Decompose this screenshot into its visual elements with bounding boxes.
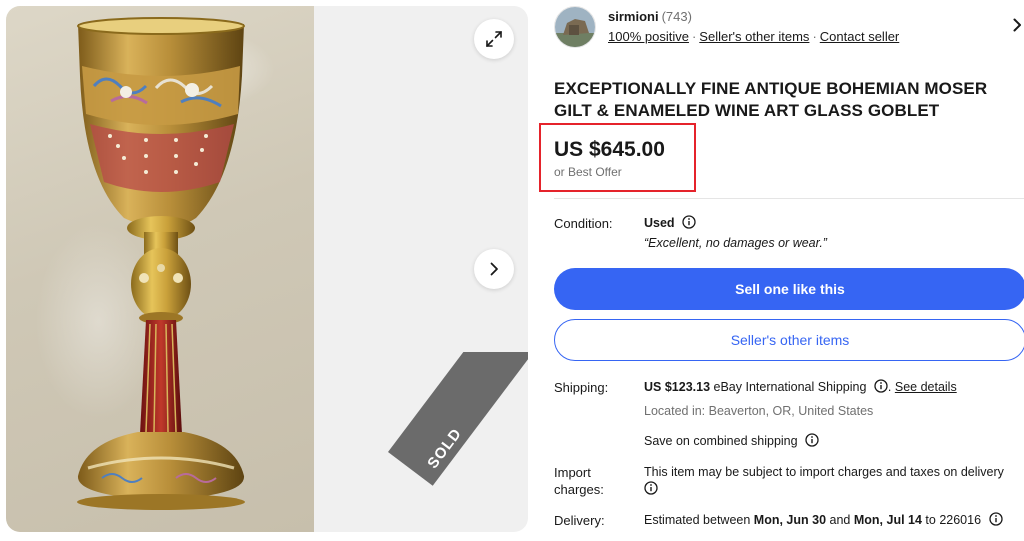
info-icon[interactable]	[682, 215, 696, 229]
item-location: Located in: Beaverton, OR, United States	[644, 404, 874, 418]
sold-band	[388, 352, 528, 486]
chevron-right-icon	[490, 262, 498, 276]
import-label-line-2: charges:	[554, 482, 604, 497]
delivery-destination: to 226016	[925, 513, 982, 527]
title-line-2: GILT & ENAMELED WINE ART GLASS GOBLET	[554, 101, 940, 120]
seller-info: sirmioni (743) 100% positive · Seller's oth…	[554, 6, 1024, 48]
import-info-row	[644, 481, 658, 498]
best-offer-note: or Best Offer	[554, 165, 622, 179]
shipping-amount: US $123.13	[644, 380, 711, 394]
expand-image-button[interactable]	[474, 19, 514, 59]
price: US $645.00	[554, 138, 665, 161]
seller-avatar[interactable]	[554, 6, 596, 48]
positive-feedback-link[interactable]: 100% positive	[608, 29, 689, 44]
combined-shipping-text: Save on combined shipping	[644, 434, 798, 448]
divider	[554, 198, 1024, 199]
condition-label: Condition:	[554, 216, 613, 231]
seller-other-items-link[interactable]: Seller's other items	[699, 29, 809, 44]
condition-value-row: Used	[644, 215, 696, 232]
info-icon[interactable]	[805, 433, 819, 447]
seller-expand-button[interactable]	[1010, 18, 1024, 37]
import-charges-text: This item may be subject to import charg…	[644, 465, 1004, 479]
info-icon[interactable]	[644, 481, 658, 495]
delivery-prefix: Estimated between	[644, 513, 751, 527]
item-details-panel: sirmioni (743) 100% positive · Seller's oth…	[539, 0, 1024, 541]
seller-name-row[interactable]: sirmioni (743)	[608, 9, 692, 24]
delivery-row: Estimated between Mon, Jun 30 and Mon, J…	[644, 512, 1003, 529]
info-icon[interactable]	[874, 379, 888, 393]
delivery-start-date: Mon, Jun 30	[753, 513, 827, 527]
seller-links: 100% positive · Seller's other items · Conta…	[608, 29, 899, 44]
image-gallery: SOLD	[6, 6, 528, 532]
title-line-1: EXCEPTIONALLY FINE ANTIQUE BOHEMIAN MOSE…	[554, 79, 988, 98]
shipping-label: Shipping:	[554, 380, 609, 395]
sell-one-like-this-button[interactable]: Sell one like this	[554, 268, 1024, 310]
goblet-illustration	[77, 17, 245, 510]
listing-title: EXCEPTIONALLY FINE ANTIQUE BOHEMIAN MOSE…	[554, 78, 1024, 122]
separator-dot: ·	[691, 29, 697, 44]
shipping-method: eBay International Shipping	[713, 380, 867, 394]
delivery-label: Delivery:	[554, 513, 605, 528]
condition-value: Used	[644, 216, 675, 230]
see-details-link[interactable]: See details	[895, 380, 957, 394]
chevron-right-icon	[1013, 18, 1021, 32]
seller-other-items-button[interactable]: Seller's other items	[554, 319, 1024, 361]
shipping-row: US $123.13 eBay International Shipping .…	[644, 379, 957, 396]
condition-note: “Excellent, no damages or wear.”	[644, 236, 827, 250]
combined-shipping-row: Save on combined shipping	[644, 433, 819, 450]
avatar-image	[555, 7, 595, 47]
separator-dot: ·	[812, 29, 817, 44]
import-label-line-1: Import	[554, 465, 591, 480]
contact-seller-link[interactable]: Contact seller	[820, 29, 899, 44]
info-icon[interactable]	[988, 512, 1003, 526]
separator-dot: .	[887, 380, 892, 394]
seller-name[interactable]: sirmioni	[608, 9, 659, 24]
delivery-and: and	[829, 513, 851, 527]
goblet-photo[interactable]	[6, 6, 314, 532]
expand-arrows-icon	[486, 31, 502, 47]
next-image-button[interactable]	[474, 249, 514, 289]
sold-ribbon: SOLD	[348, 352, 528, 532]
seller-feedback-count: (743)	[661, 9, 692, 24]
delivery-end-date: Mon, Jul 14	[853, 513, 922, 527]
